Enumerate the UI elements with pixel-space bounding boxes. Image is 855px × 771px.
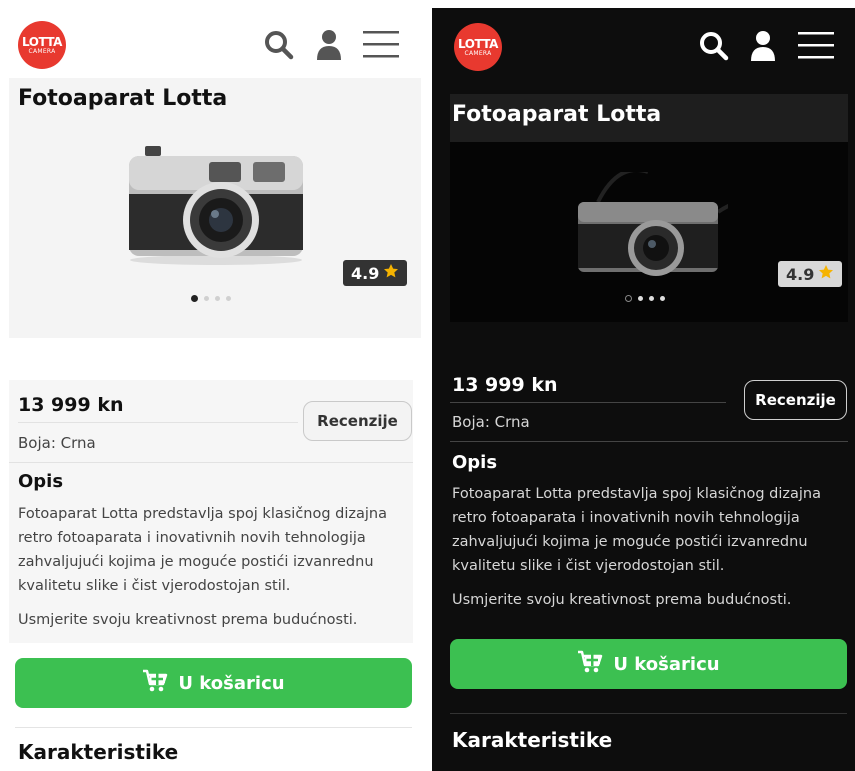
divider xyxy=(450,441,848,442)
divider xyxy=(450,713,847,714)
product-photo xyxy=(578,168,779,286)
product-photo xyxy=(125,146,307,270)
product-tagline: Usmjerite svoju kreativnost prema budućn… xyxy=(452,592,792,608)
logo[interactable]: LOTTA CAMERA xyxy=(18,21,66,69)
star-icon xyxy=(818,264,834,284)
header: LOTTA CAMERA xyxy=(0,0,430,76)
product-price: 13 999 kn xyxy=(18,394,124,416)
gallery-dot[interactable] xyxy=(215,296,220,301)
add-to-cart-button[interactable]: U košaricu xyxy=(450,639,847,689)
divider xyxy=(18,422,298,423)
gallery-dot[interactable] xyxy=(649,296,654,301)
search-icon[interactable] xyxy=(264,30,294,60)
product-gallery[interactable]: Fotoaparat Lotta 4.9 xyxy=(9,78,421,338)
gallery-dot-active[interactable] xyxy=(191,295,198,302)
dark-theme-screen: LOTTA CAMERA Fotoaparat Lotta 4.9 13 999… xyxy=(432,8,855,771)
product-color: Boja: Crna xyxy=(18,434,96,452)
characteristics-heading[interactable]: Karakteristike xyxy=(452,728,612,752)
light-theme-screen: LOTTA CAMERA Fotoaparat Lotta 4.9 13 999… xyxy=(0,0,430,771)
menu-icon[interactable] xyxy=(363,30,399,60)
gallery-dot[interactable] xyxy=(226,296,231,301)
divider xyxy=(9,462,413,463)
menu-icon[interactable] xyxy=(798,31,834,61)
gallery-dots[interactable] xyxy=(625,295,665,302)
rating-badge: 4.9 xyxy=(343,260,408,286)
cart-icon xyxy=(142,669,168,698)
gallery-dot-active[interactable] xyxy=(625,295,632,302)
divider xyxy=(15,727,412,728)
add-to-cart-button[interactable]: U košaricu xyxy=(15,658,412,708)
gallery-dot[interactable] xyxy=(660,296,665,301)
reviews-button[interactable]: Recenzije xyxy=(744,380,847,420)
product-description: Fotoaparat Lotta predstavlja spoj klasič… xyxy=(452,486,821,574)
gallery-dot[interactable] xyxy=(204,296,209,301)
product-title: Fotoaparat Lotta xyxy=(452,102,662,127)
product-tagline: Usmjerite svoju kreativnost prema budućn… xyxy=(18,612,358,628)
header: LOTTA CAMERA xyxy=(432,8,855,84)
product-title: Fotoaparat Lotta xyxy=(18,86,228,111)
user-icon[interactable] xyxy=(316,29,342,61)
product-gallery[interactable]: 4.9 xyxy=(450,142,848,322)
rating-badge: 4.9 xyxy=(778,261,843,287)
logo[interactable]: LOTTA CAMERA xyxy=(454,23,502,71)
user-icon[interactable] xyxy=(750,30,776,62)
divider xyxy=(450,402,726,403)
search-icon[interactable] xyxy=(699,31,729,61)
gallery-dot[interactable] xyxy=(638,296,643,301)
gallery-dots[interactable] xyxy=(191,295,231,302)
characteristics-heading[interactable]: Karakteristike xyxy=(18,740,178,764)
product-description: Fotoaparat Lotta predstavlja spoj klasič… xyxy=(18,506,387,594)
description-heading: Opis xyxy=(452,452,498,473)
product-info: 13 999 kn Boja: Crna Recenzije Opis Foto… xyxy=(9,380,413,643)
cart-icon xyxy=(577,650,603,679)
description-heading: Opis xyxy=(18,471,64,492)
reviews-button[interactable]: Recenzije xyxy=(303,401,412,441)
star-icon xyxy=(383,263,399,283)
product-color: Boja: Crna xyxy=(452,413,530,431)
product-price: 13 999 kn xyxy=(452,374,558,396)
